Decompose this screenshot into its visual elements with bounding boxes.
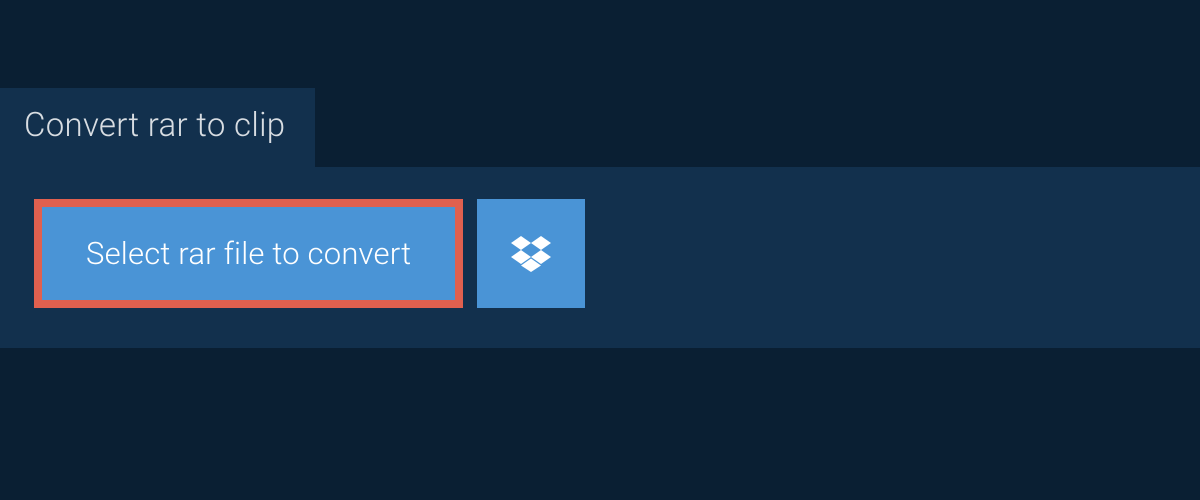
select-file-button[interactable]: Select rar file to convert (34, 199, 463, 308)
button-row: Select rar file to convert (34, 199, 1166, 308)
select-file-label: Select rar file to convert (86, 235, 411, 272)
dropbox-button[interactable] (477, 199, 585, 308)
page-title: Convert rar to clip (24, 106, 285, 145)
upload-panel: Select rar file to convert (0, 167, 1200, 348)
dropbox-icon (511, 236, 551, 272)
tab-header: Convert rar to clip (0, 88, 315, 167)
